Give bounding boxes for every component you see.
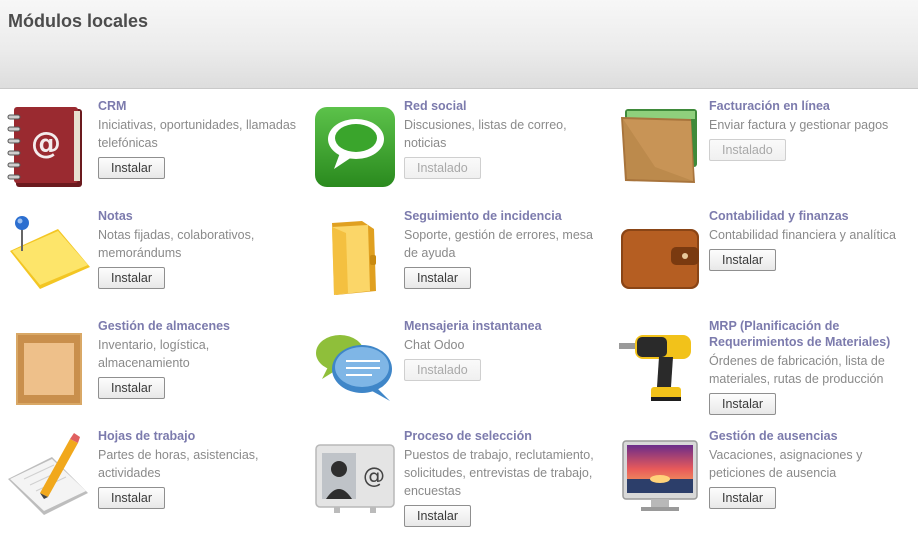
- svg-text:@: @: [363, 464, 385, 489]
- module-title: MRP (Planificación de Requerimientos de …: [709, 319, 891, 349]
- module-title: Gestión de almacenes: [98, 319, 231, 333]
- module-card-ausencias: Gestión de ausencias Vacaciones, asignac…: [611, 419, 911, 529]
- module-card-red-social: Red social Discusiones, listas de correo…: [306, 89, 606, 199]
- module-card-hojas: Hojas de trabajo Partes de horas, asiste…: [0, 419, 300, 529]
- wooden-crate-icon: [0, 317, 96, 407]
- module-card-seleccion: @ Proceso de selección Puestos de trabaj…: [306, 419, 606, 529]
- page-title: Módulos locales: [8, 11, 149, 31]
- sticky-note-icon: [0, 207, 96, 297]
- install-button[interactable]: Instalar: [98, 157, 165, 179]
- install-button[interactable]: Instalar: [709, 249, 776, 271]
- install-button[interactable]: Instalar: [709, 393, 776, 415]
- module-description: Iniciativas, oportunidades, llamadas tel…: [98, 118, 297, 150]
- brown-wallet-icon: [611, 207, 707, 297]
- module-description: Puestos de trabajo, reclutamiento, solic…: [404, 448, 594, 498]
- module-description: Soporte, gestión de errores, mesa de ayu…: [404, 228, 593, 260]
- monitor-sunset-icon: [611, 427, 707, 517]
- module-description: Vacaciones, asignaciones y peticiones de…: [709, 448, 863, 480]
- module-title: Contabilidad y finanzas: [709, 209, 849, 223]
- module-card-mrp: MRP (Planificación de Requerimientos de …: [611, 309, 911, 419]
- module-card-contabilidad: Contabilidad y finanzas Contabilidad fin…: [611, 199, 911, 309]
- module-description: Inventario, logística, almacenamiento: [98, 338, 210, 370]
- power-drill-icon: [611, 317, 707, 407]
- module-card-almacenes: Gestión de almacenes Inventario, logísti…: [0, 309, 300, 419]
- install-button[interactable]: Instalar: [404, 505, 471, 527]
- module-title: Facturación en línea: [709, 99, 830, 113]
- module-title: Seguimiento de incidencia: [404, 209, 562, 223]
- module-description: Contabilidad financiera y analítica: [709, 228, 896, 242]
- module-description: Órdenes de fabricación, lista de materia…: [709, 354, 885, 386]
- module-card-facturacion: Facturación en línea Enviar factura y ge…: [611, 89, 911, 199]
- module-title: CRM: [98, 99, 127, 113]
- address-book-icon: @: [0, 97, 96, 187]
- folder-icon: [306, 207, 402, 297]
- wallet-icon: [611, 97, 707, 187]
- module-title: Hojas de trabajo: [98, 429, 196, 443]
- install-button[interactable]: Instalar: [709, 487, 776, 509]
- install-button[interactable]: Instalar: [404, 267, 471, 289]
- module-title: Red social: [404, 99, 467, 113]
- module-title: Gestión de ausencias: [709, 429, 838, 443]
- module-title: Mensajeria instantanea: [404, 319, 542, 333]
- installed-button: Instalado: [404, 157, 481, 179]
- speech-bubbles-icon: [306, 317, 402, 407]
- install-button[interactable]: Instalar: [98, 267, 165, 289]
- module-title: Notas: [98, 209, 133, 223]
- module-description: Notas fijadas, colaborativos, memorándum…: [98, 228, 255, 260]
- module-card-incidencias: Seguimiento de incidencia Soporte, gesti…: [306, 199, 606, 309]
- install-button[interactable]: Instalar: [98, 377, 165, 399]
- installed-button: Instalado: [709, 139, 786, 161]
- svg-text:@: @: [31, 126, 61, 161]
- module-description: Enviar factura y gestionar pagos: [709, 118, 889, 132]
- module-description: Discusiones, listas de correo, noticias: [404, 118, 567, 150]
- contact-card-icon: @: [306, 427, 402, 517]
- installed-button: Instalado: [404, 359, 481, 381]
- module-card-mensajeria: Mensajeria instantanea Chat Odoo Instala…: [306, 309, 606, 419]
- chat-bubble-icon: [306, 97, 402, 187]
- module-description: Partes de horas, asistencias, actividade…: [98, 448, 259, 480]
- pencil-paper-icon: [0, 427, 96, 517]
- module-card-crm: @ CRM Iniciativas, oportunidades, llamad…: [0, 89, 300, 199]
- modules-grid: @ CRM Iniciativas, oportunidades, llamad…: [0, 89, 918, 538]
- install-button[interactable]: Instalar: [98, 487, 165, 509]
- page-header: Módulos locales: [0, 0, 918, 89]
- module-card-notas: Notas Notas fijadas, colaborativos, memo…: [0, 199, 300, 309]
- module-title: Proceso de selección: [404, 429, 532, 443]
- module-description: Chat Odoo: [404, 338, 465, 352]
